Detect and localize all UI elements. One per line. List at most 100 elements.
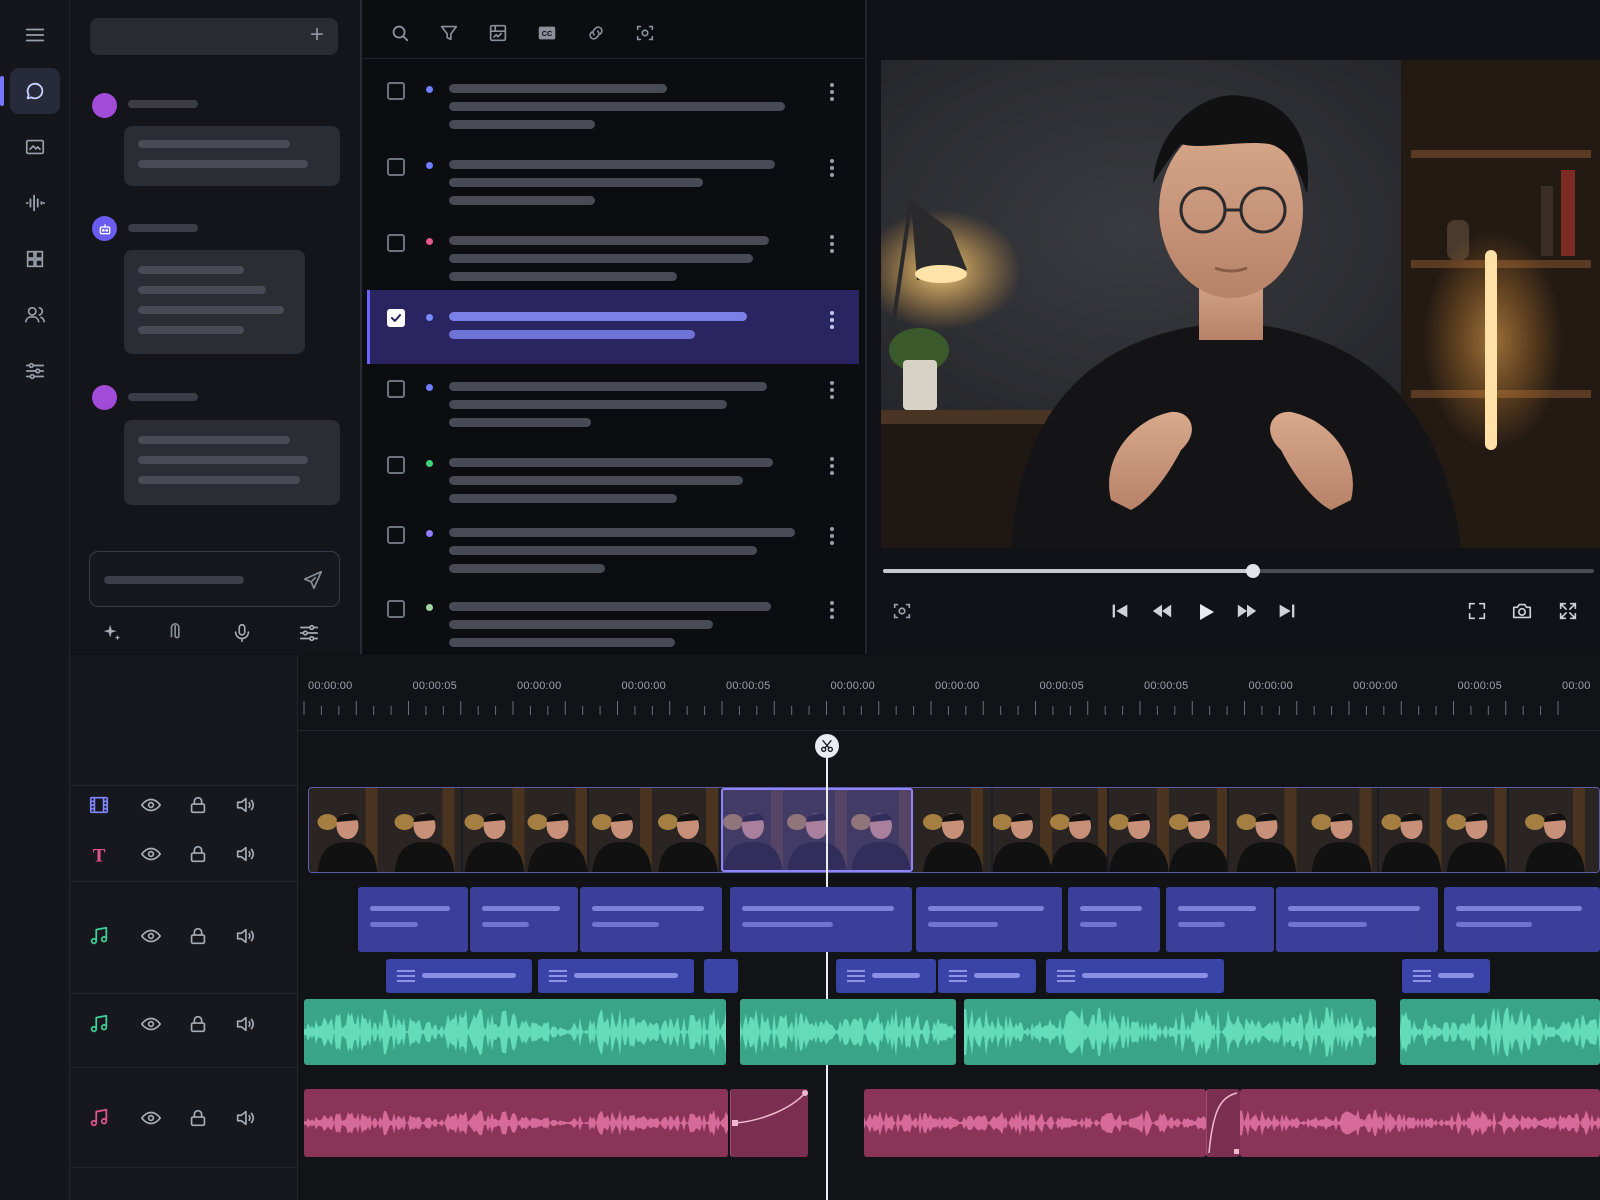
toggle-lock-button[interactable] [187,794,209,816]
video-clip-thumbnail[interactable] [993,788,1109,872]
row-checkbox[interactable] [387,309,405,327]
list-item[interactable] [367,54,859,129]
row-menu-button[interactable] [829,310,835,330]
text-clip[interactable] [538,959,694,993]
row-menu-button[interactable] [829,380,835,400]
video-clip-thumbnail[interactable] [913,788,993,872]
link-button[interactable] [585,22,607,44]
capture-frame-button[interactable] [891,600,913,622]
audio-clip[interactable] [304,1089,728,1157]
row-checkbox[interactable] [387,158,405,176]
rail-people-button[interactable] [10,292,60,338]
row-checkbox[interactable] [387,600,405,618]
rail-templates-button[interactable] [10,236,60,282]
captions-button[interactable]: CC [536,22,558,44]
snapshot-button[interactable] [1511,600,1533,622]
rail-media-button[interactable] [10,124,60,170]
toggle-lock-button[interactable] [187,925,209,947]
skip-forward-button[interactable] [1276,600,1298,622]
chat-settings-button[interactable] [298,622,320,644]
list-item[interactable] [367,434,859,508]
add-chat-button[interactable]: + [310,22,324,48]
toggle-lock-button[interactable] [187,1107,209,1129]
list-item-selected[interactable] [367,290,859,364]
row-checkbox[interactable] [387,380,405,398]
text-clip[interactable] [386,959,532,993]
caption-clip[interactable] [916,887,1062,952]
caption-clip[interactable] [470,887,578,952]
playback-scrubber[interactable] [883,564,1594,578]
scan-button[interactable] [634,22,656,44]
time-ruler[interactable]: 00:00:00 00:00:05 00:00:00 00:00:00 00:00:05… [298,655,1600,731]
list-item[interactable] [367,128,859,205]
rewind-button[interactable] [1151,600,1173,622]
audio-clip[interactable] [1400,999,1600,1065]
send-button[interactable] [302,569,324,591]
list-item[interactable] [367,204,859,281]
audio-clip[interactable] [740,999,956,1065]
play-button[interactable] [1194,600,1218,624]
filter-button[interactable] [438,22,460,44]
toggle-mute-button[interactable] [234,1013,256,1035]
caption-clip[interactable] [580,887,722,952]
video-clip-thumbnail[interactable] [1109,788,1229,872]
text-clip[interactable] [836,959,936,993]
video-clip-thumbnail[interactable] [463,788,589,872]
audio-clip[interactable] [304,999,726,1065]
caption-clip[interactable] [1068,887,1160,952]
toggle-mute-button[interactable] [234,794,256,816]
video-clip-thumbnail[interactable] [1509,788,1599,872]
caption-clip[interactable] [358,887,468,952]
row-checkbox[interactable] [387,82,405,100]
row-menu-button[interactable] [829,234,835,254]
fullscreen-button[interactable] [1557,600,1579,622]
toggle-visibility-button[interactable] [140,794,162,816]
toggle-mute-button[interactable] [234,843,256,865]
rail-adjust-button[interactable] [10,348,60,394]
menu-button[interactable] [10,12,60,58]
rail-audio-button[interactable] [10,180,60,226]
text-clip[interactable] [1402,959,1490,993]
video-preview[interactable] [881,60,1600,548]
skip-back-button[interactable] [1109,600,1131,622]
playhead-handle[interactable] [815,734,839,758]
text-clip[interactable] [704,959,738,993]
list-item[interactable] [367,580,859,654]
row-checkbox[interactable] [387,456,405,474]
attach-button[interactable] [166,622,188,644]
selected-video-clip[interactable] [721,788,913,872]
row-menu-button[interactable] [829,82,835,102]
audio-clip[interactable] [1240,1089,1600,1157]
text-clip[interactable] [1046,959,1224,993]
audio-clip[interactable] [864,1089,1206,1157]
video-track[interactable] [308,787,1600,873]
row-checkbox[interactable] [387,526,405,544]
toggle-visibility-button[interactable] [140,925,162,947]
toggle-visibility-button[interactable] [140,1013,162,1035]
caption-clip[interactable] [730,887,912,952]
media-button[interactable] [487,22,509,44]
video-clip-thumbnail[interactable] [589,788,721,872]
chat-input[interactable] [89,551,340,607]
row-menu-button[interactable] [829,158,835,178]
video-clip-thumbnail[interactable] [1229,788,1379,872]
row-menu-button[interactable] [829,600,835,620]
toggle-visibility-button[interactable] [140,1107,162,1129]
audio-fade-in[interactable] [1206,1089,1240,1157]
toggle-mute-button[interactable] [234,925,256,947]
toggle-lock-button[interactable] [187,843,209,865]
new-chat-field[interactable]: + [90,18,338,55]
video-clip-thumbnail[interactable] [309,788,463,872]
row-checkbox[interactable] [387,234,405,252]
caption-clip[interactable] [1166,887,1274,952]
search-button[interactable] [389,22,411,44]
video-clip-thumbnail[interactable] [1379,788,1509,872]
audio-clip[interactable] [964,999,1376,1065]
rail-chat-button[interactable] [0,68,60,114]
text-clip[interactable] [938,959,1036,993]
caption-clip[interactable] [1276,887,1438,952]
list-item[interactable] [367,358,859,432]
row-menu-button[interactable] [829,456,835,476]
fast-forward-button[interactable] [1236,600,1258,622]
voice-button[interactable] [231,622,253,644]
